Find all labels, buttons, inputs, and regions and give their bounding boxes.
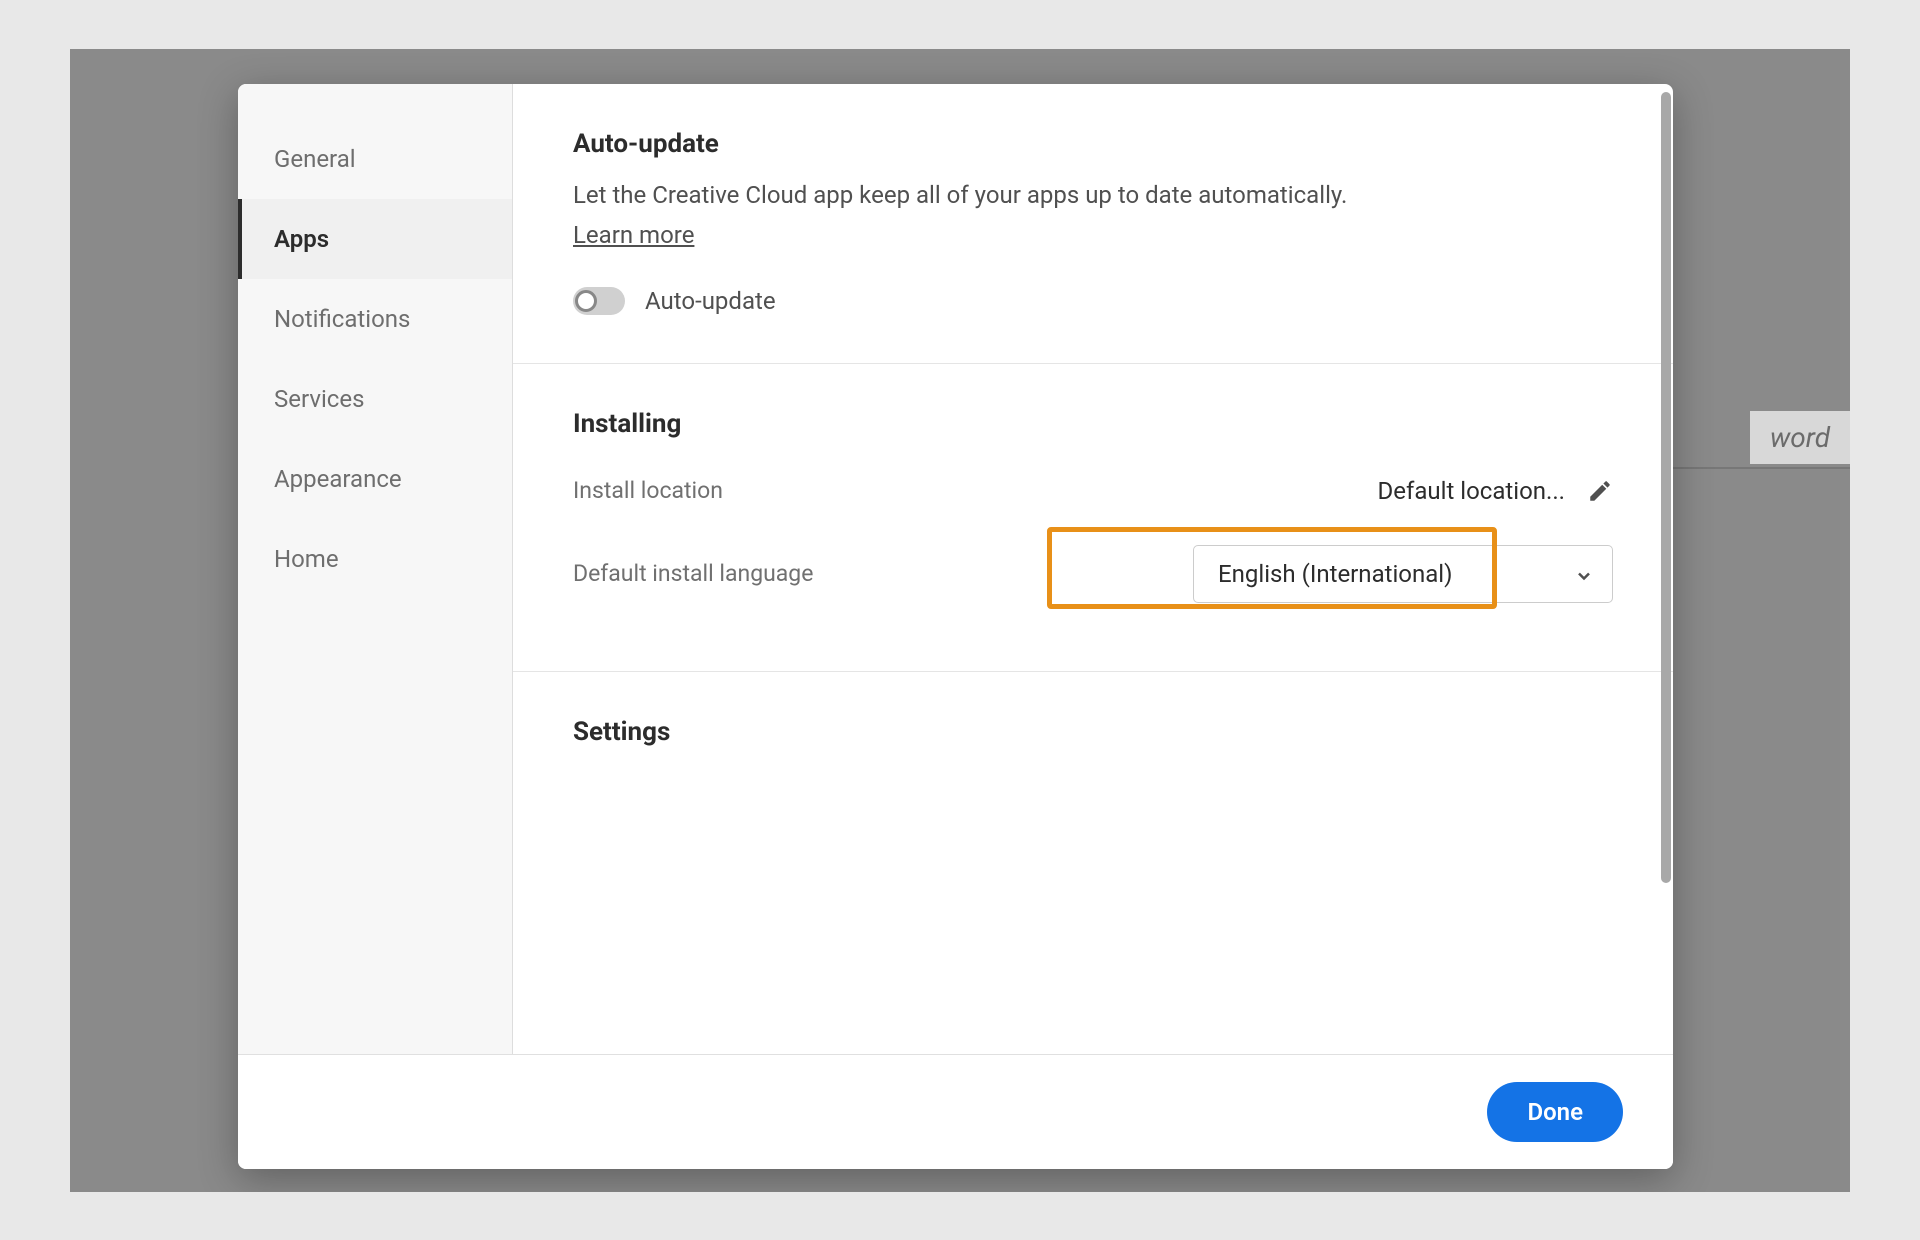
install-location-value-group: Default location... bbox=[1378, 477, 1614, 505]
install-location-label: Install location bbox=[573, 477, 723, 504]
done-button[interactable]: Done bbox=[1487, 1082, 1623, 1142]
sidebar-item-services[interactable]: Services bbox=[238, 359, 512, 439]
section-settings: Settings bbox=[513, 672, 1673, 813]
sidebar-item-appearance[interactable]: Appearance bbox=[238, 439, 512, 519]
pencil-icon[interactable] bbox=[1587, 478, 1613, 504]
preferences-content: Auto-update Let the Creative Cloud app k… bbox=[513, 84, 1673, 1054]
install-language-row: Default install language English (Intern… bbox=[573, 525, 1613, 623]
language-dropdown[interactable]: English (International) bbox=[1193, 545, 1613, 603]
learn-more-link[interactable]: Learn more bbox=[573, 221, 694, 249]
preferences-sidebar: General Apps Notifications Services Appe… bbox=[238, 84, 513, 1054]
auto-update-toggle-row: Auto-update bbox=[573, 287, 1613, 315]
content-scrollbar[interactable] bbox=[1661, 92, 1671, 1046]
section-installing: Installing Install location Default loca… bbox=[513, 364, 1673, 672]
settings-title: Settings bbox=[573, 717, 1613, 747]
content-wrapper: Auto-update Let the Creative Cloud app k… bbox=[513, 84, 1673, 1054]
chevron-down-icon bbox=[1574, 564, 1594, 584]
install-language-label: Default install language bbox=[573, 560, 813, 587]
modal-body: General Apps Notifications Services Appe… bbox=[238, 84, 1673, 1054]
section-auto-update: Auto-update Let the Creative Cloud app k… bbox=[513, 84, 1673, 364]
auto-update-description: Let the Creative Cloud app keep all of y… bbox=[573, 177, 1613, 213]
sidebar-item-home[interactable]: Home bbox=[238, 519, 512, 599]
install-location-value: Default location... bbox=[1378, 477, 1566, 505]
sidebar-item-notifications[interactable]: Notifications bbox=[238, 279, 512, 359]
auto-update-title: Auto-update bbox=[573, 129, 1613, 159]
toggle-knob bbox=[575, 290, 597, 312]
scrollbar-thumb[interactable] bbox=[1661, 92, 1671, 884]
background-placeholder-text: word bbox=[1750, 411, 1850, 464]
language-dropdown-value: English (International) bbox=[1218, 560, 1453, 588]
preferences-modal: General Apps Notifications Services Appe… bbox=[238, 84, 1673, 1169]
sidebar-item-general[interactable]: General bbox=[238, 119, 512, 199]
auto-update-toggle-label: Auto-update bbox=[645, 287, 776, 315]
modal-footer: Done bbox=[238, 1054, 1673, 1169]
sidebar-item-apps[interactable]: Apps bbox=[238, 199, 512, 279]
install-location-row: Install location Default location... bbox=[573, 457, 1613, 525]
background-window: word General Apps Notifications Services… bbox=[70, 49, 1850, 1192]
auto-update-toggle[interactable] bbox=[573, 287, 625, 315]
installing-title: Installing bbox=[573, 409, 1613, 439]
